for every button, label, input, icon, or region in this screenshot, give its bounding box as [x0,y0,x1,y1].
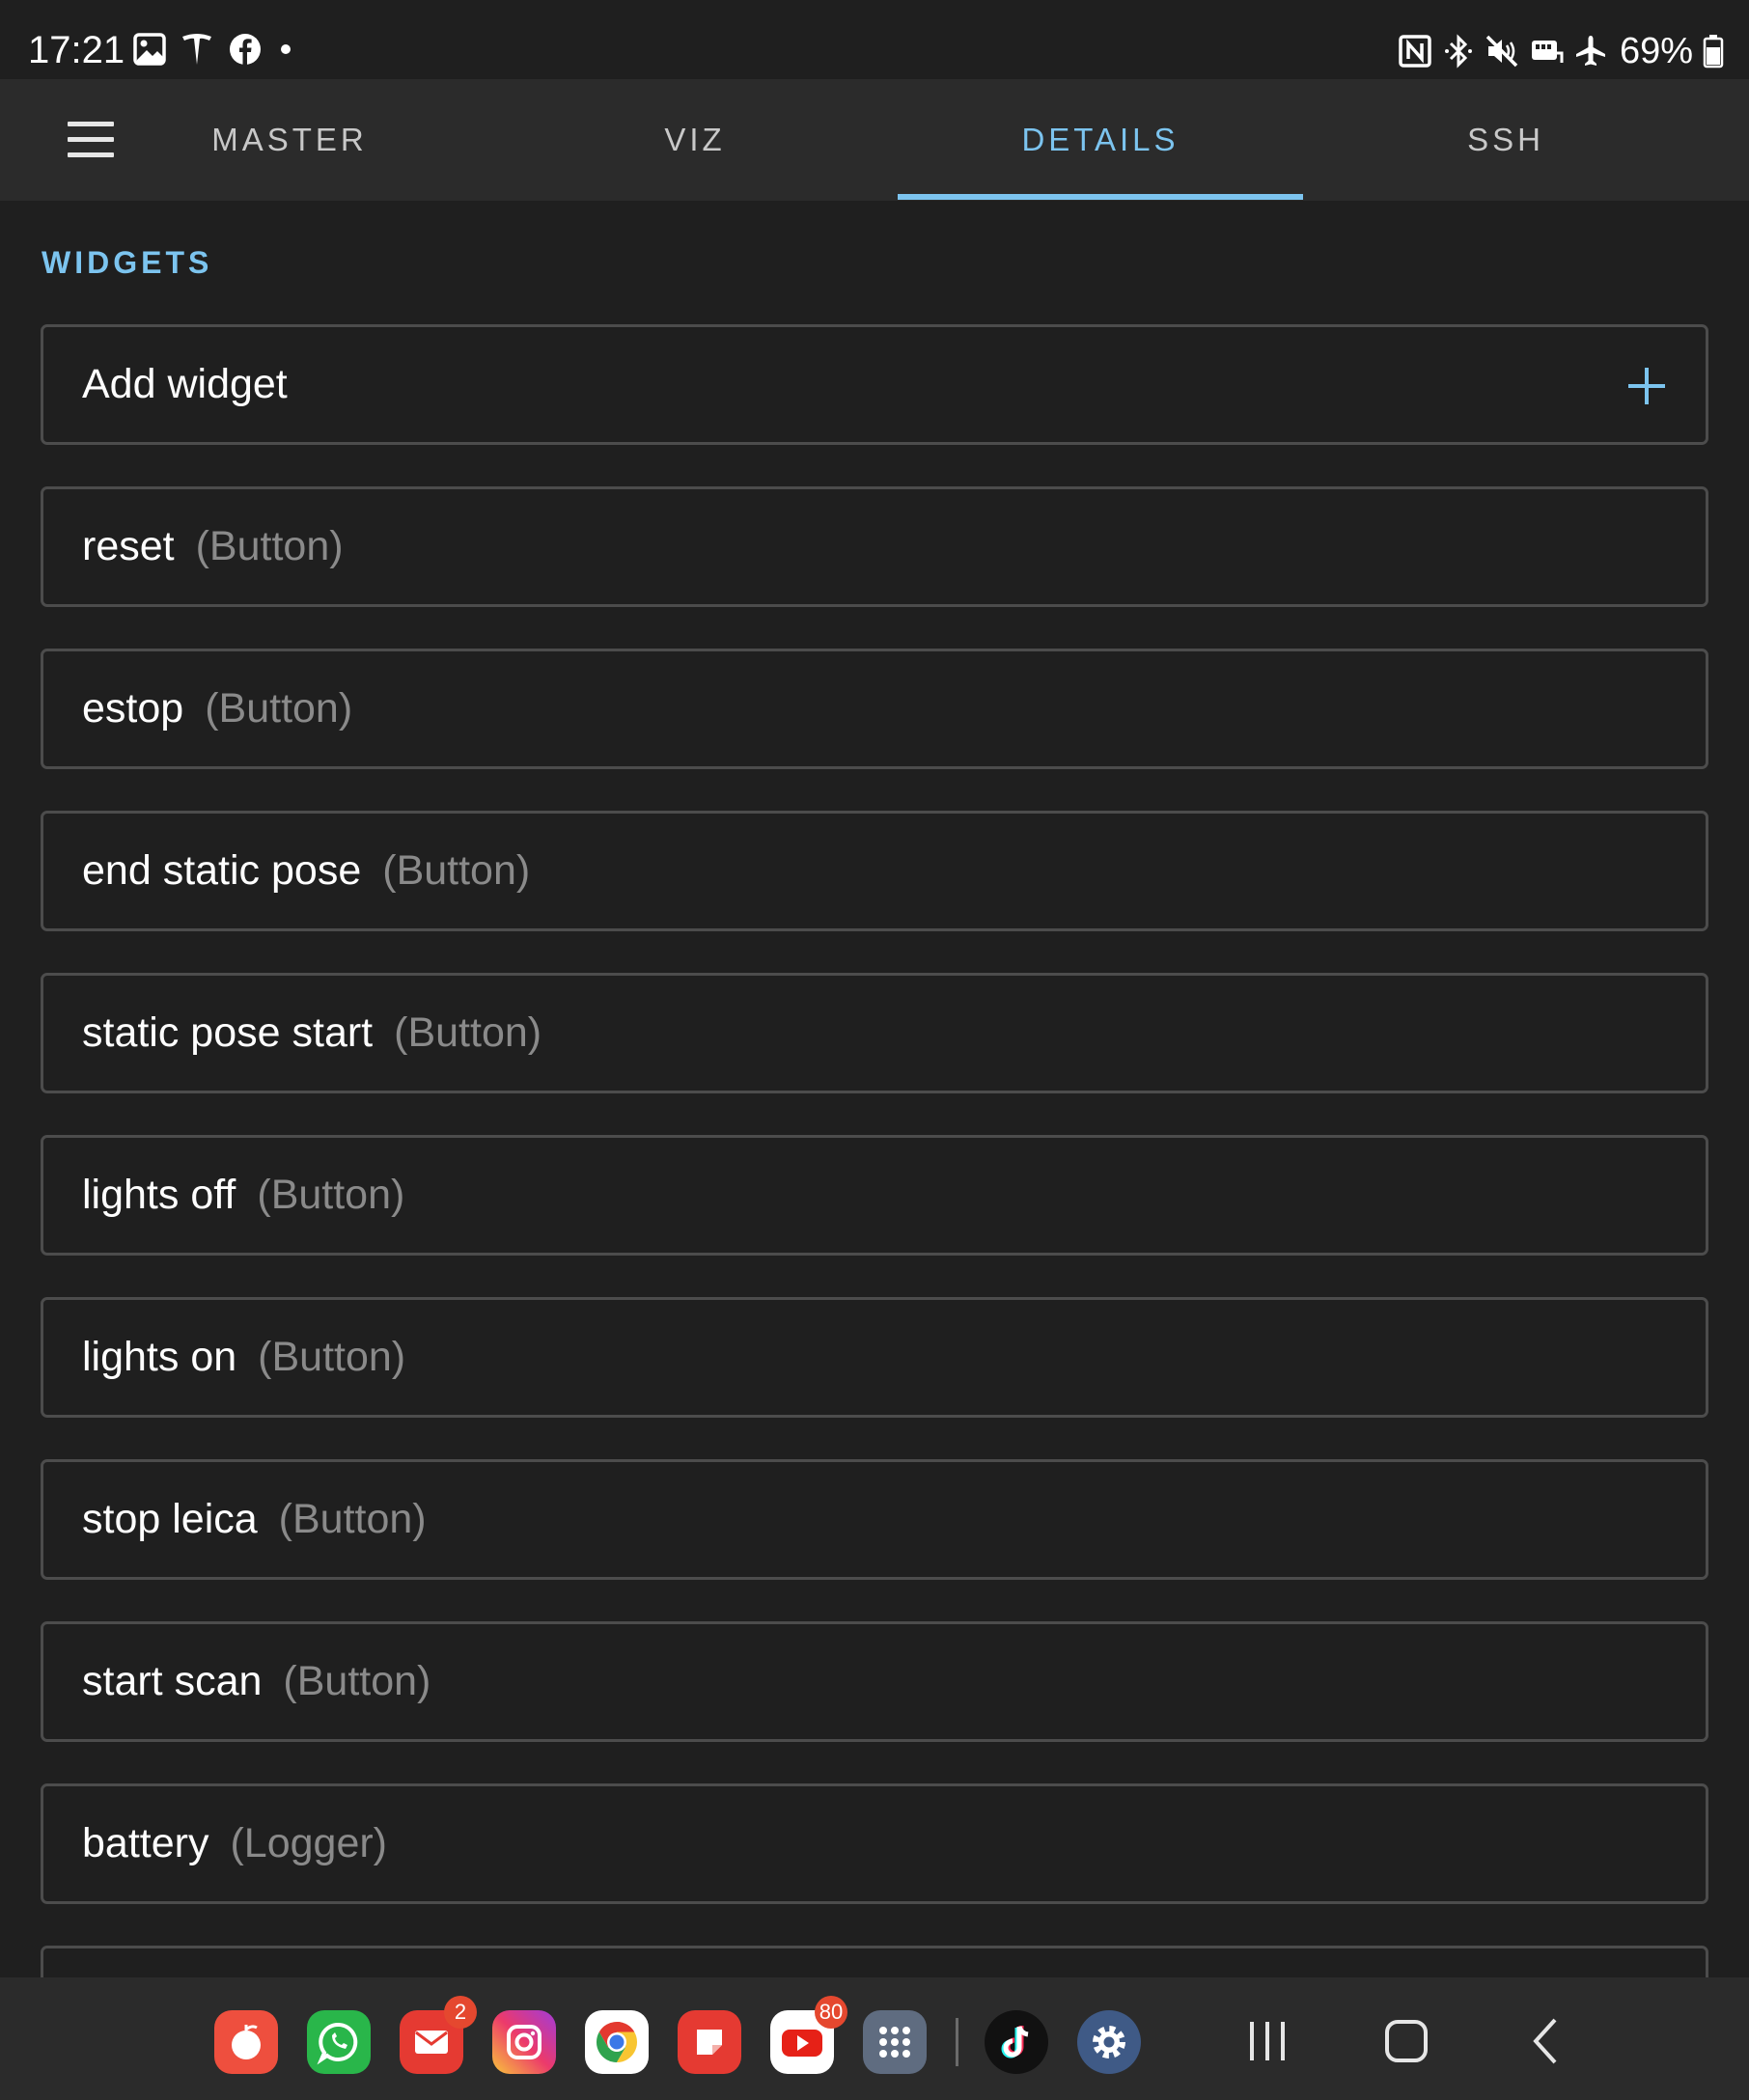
chrome-icon[interactable] [585,2010,649,2074]
status-time: 17:21 [28,29,125,71]
add-widget-label: Add widget [82,361,288,407]
widget-name: start scan [82,1658,263,1704]
widget-name: lights off [82,1172,236,1218]
bottom-navigation: 2 80 [0,1977,1749,2100]
dock-divider [956,2018,958,2066]
tab-ssh[interactable]: SSH [1303,79,1708,201]
app-drawer-icon[interactable] [863,2010,927,2074]
widget-item-end-static-pose[interactable]: end static pose (Button) [41,811,1708,931]
widget-type: (Logger) [230,1820,387,1866]
dot-icon [276,40,295,59]
widget-name: lights on [82,1334,237,1380]
wifi-calling-icon [1529,34,1564,69]
widget-type: (Button) [258,1334,406,1380]
widget-type: (Button) [257,1172,405,1218]
widget-item-battery[interactable]: battery (Logger) [41,1783,1708,1904]
mail-badge: 2 [444,1996,477,2029]
back-icon[interactable] [1518,2014,1576,2068]
widget-name: static pose start [82,1009,374,1056]
tesla-icon [180,32,214,67]
widget-name: end static pose [82,847,362,894]
airplane-icon [1573,34,1608,69]
widget-type: (Button) [278,1496,427,1542]
widget-name: stop leica [82,1496,258,1542]
widget-item-static-pose-start[interactable]: static pose start (Button) [41,973,1708,1093]
youtube-icon[interactable]: 80 [770,1996,847,2074]
whatsapp-icon[interactable] [307,2010,371,2074]
widget-name: estop [82,685,184,732]
add-widget-button[interactable]: Add widget [41,324,1708,445]
section-title: WIDGETS [42,245,213,280]
mute-icon [1485,34,1519,69]
active-tab-indicator [898,194,1303,200]
tab-details[interactable]: DETAILS [898,79,1303,201]
facebook-icon [228,32,263,67]
notes-app-icon[interactable] [678,2010,741,2074]
recents-icon[interactable] [1238,2014,1296,2068]
tiktok-icon[interactable] [985,2010,1048,2074]
nfc-icon [1398,34,1432,69]
tab-viz[interactable]: VIZ [492,79,898,201]
battery-percentage: 69% [1619,31,1693,71]
widget-item-lights-off[interactable]: lights off (Button) [41,1135,1708,1256]
bluetooth-icon [1442,34,1475,69]
widget-item-reset[interactable]: reset (Button) [41,486,1708,607]
settings-icon[interactable] [1077,2010,1141,2074]
system-status-icons: 69% [1398,29,1724,73]
widget-item-start-scan[interactable]: start scan (Button) [41,1621,1708,1742]
plus-icon[interactable] [1628,368,1665,404]
battery-icon [1703,34,1724,69]
status-bar: 17:21 69% [0,0,1749,79]
youtube-badge: 80 [815,1996,847,2029]
widget-list: Add widget reset (Button) estop (Button)… [41,324,1708,1946]
mail-icon[interactable]: 2 [400,1996,477,2074]
widget-name: reset [82,523,175,569]
widget-item-stop-leica[interactable]: stop leica (Button) [41,1459,1708,1580]
widget-item-lights-on[interactable]: lights on (Button) [41,1297,1708,1418]
tomato-app-icon[interactable] [214,2010,278,2074]
notification-icons [133,32,295,67]
widget-type: (Button) [394,1009,542,1056]
tab-bar: MASTER VIZ DETAILS SSH [0,79,1749,201]
widget-type: (Button) [382,847,531,894]
instagram-icon[interactable] [492,2010,556,2074]
widget-name: battery [82,1820,209,1866]
widget-type: (Button) [205,685,353,732]
gallery-icon [133,33,166,66]
home-icon[interactable] [1377,2014,1435,2068]
tab-master[interactable]: MASTER [87,79,492,201]
widget-type: (Button) [283,1658,431,1704]
widget-type: (Button) [195,523,344,569]
widget-item-estop[interactable]: estop (Button) [41,649,1708,769]
